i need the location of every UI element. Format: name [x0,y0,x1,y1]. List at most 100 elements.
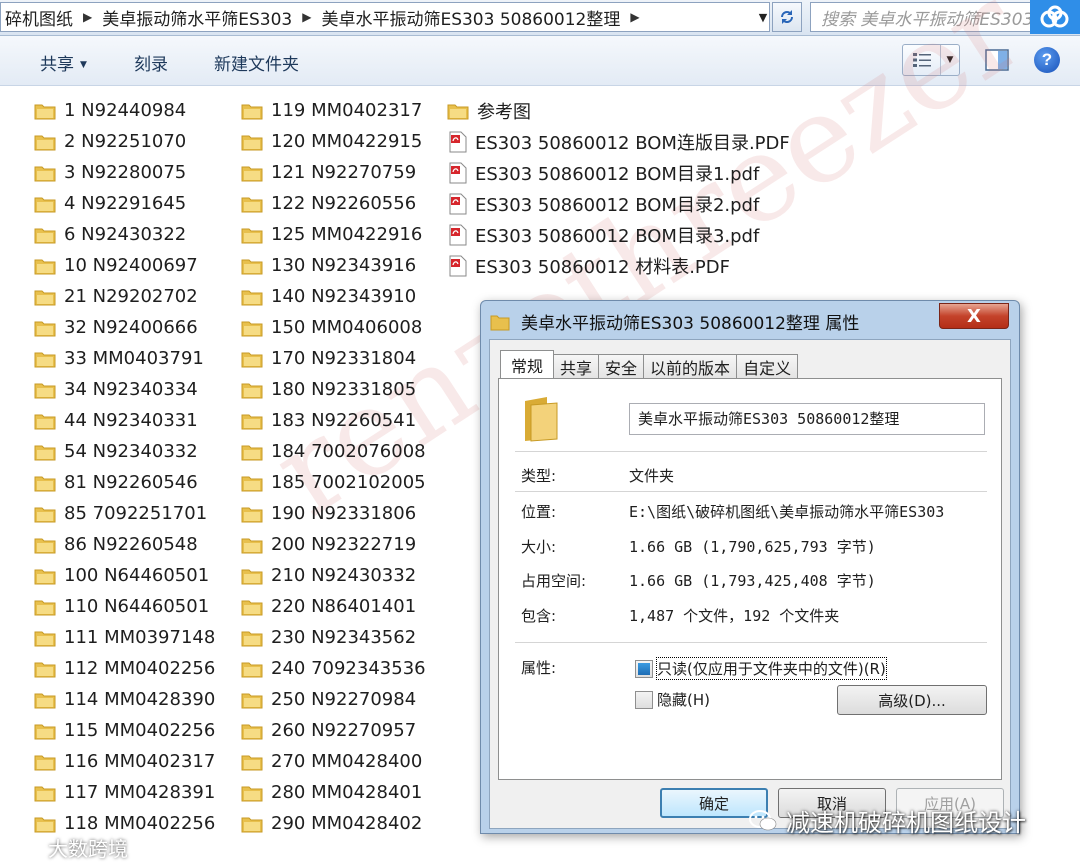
list-item[interactable]: 140 N92343910 [241,281,426,312]
list-item[interactable]: 81 N92260546 [34,467,215,498]
readonly-label[interactable]: 只读(仅应用于文件夹中的文件)(R) [656,657,887,680]
folder-icon [241,569,263,584]
list-item[interactable]: 170 N92331804 [241,343,426,374]
list-item[interactable]: 54 N92340332 [34,436,215,467]
new-folder-button[interactable]: 新建文件夹 [214,50,299,75]
hidden-checkbox[interactable] [635,691,653,709]
list-item[interactable]: 122 N92260556 [241,188,426,219]
list-item[interactable]: 85 7092251701 [34,498,215,529]
file-name: 280 MM0428401 [271,782,423,803]
list-item[interactable]: 34 N92340334 [34,374,215,405]
list-item[interactable]: 111 MM0397148 [34,622,215,653]
list-item[interactable]: 125 MM0422916 [241,219,426,250]
folder-icon [34,569,56,584]
view-icon[interactable] [903,45,941,75]
list-item[interactable]: 117 MM0428391 [34,777,215,808]
list-item[interactable]: 200 N92322719 [241,529,426,560]
list-item[interactable]: 240 7092343536 [241,653,426,684]
list-item[interactable]: 参考图 [447,95,790,126]
list-item[interactable]: 33 MM0403791 [34,343,215,374]
breadcrumb-item[interactable]: 美卓振动筛水平筛ES303 [98,5,296,30]
list-item[interactable]: ES303 50860012 BOM目录3.pdf [447,219,790,250]
list-item[interactable]: 150 MM0406008 [241,312,426,343]
list-item[interactable]: 130 N92343916 [241,250,426,281]
share-label: 共享 [40,55,74,75]
list-item[interactable]: 185 7002102005 [241,467,426,498]
cloud-icon[interactable] [1030,0,1080,34]
list-item[interactable]: 112 MM0402256 [34,653,215,684]
list-item[interactable]: 1 N92440984 [34,95,215,126]
list-item[interactable]: 280 MM0428401 [241,777,426,808]
list-item[interactable]: 260 N92270957 [241,715,426,746]
list-item[interactable]: 184 7002076008 [241,436,426,467]
list-item[interactable]: 180 N92331805 [241,374,426,405]
list-item[interactable]: 250 N92270984 [241,684,426,715]
list-item[interactable]: 230 N92343562 [241,622,426,653]
pdf-icon [449,131,467,152]
folder-icon [241,259,263,274]
view-dropdown-icon[interactable]: ▼ [941,45,959,75]
weibo-watermark: 大数跨境 [18,833,128,862]
list-item[interactable]: 120 MM0422915 [241,126,426,157]
list-item[interactable]: 44 N92340331 [34,405,215,436]
breadcrumb-chevron-icon[interactable]: ▶ [77,10,98,24]
tab-security[interactable]: 安全 [598,354,645,378]
list-item[interactable]: 115 MM0402256 [34,715,215,746]
list-item[interactable]: 114 MM0428390 [34,684,215,715]
advanced-button[interactable]: 高级(D)... [837,685,987,715]
list-item[interactable]: 2 N92251070 [34,126,215,157]
list-item[interactable]: 100 N64460501 [34,560,215,591]
share-menu-button[interactable]: 共享 ▼ [40,50,87,75]
list-item[interactable]: 270 MM0428400 [241,746,426,777]
breadcrumb-chevron-icon[interactable]: ▶ [296,10,317,24]
list-item[interactable]: 119 MM0402317 [241,95,426,126]
burn-button[interactable]: 刻录 [134,50,168,75]
folder-icon [241,755,263,770]
close-icon: X [967,305,981,327]
file-name: 170 N92331804 [271,348,417,369]
list-item[interactable]: 21 N29202702 [34,281,215,312]
tab-general[interactable]: 常规 [500,350,555,378]
list-item[interactable]: ES303 50860012 材料表.PDF [447,250,790,281]
breadcrumb-item[interactable]: 碎机图纸 [1,5,77,30]
list-item[interactable]: ES303 50860012 BOM连版目录.PDF [447,126,790,157]
breadcrumb-chevron-icon[interactable]: ▶ [624,10,645,24]
tab-customize[interactable]: 自定义 [736,354,799,378]
folder-name-field[interactable]: 美卓水平振动筛ES303 50860012整理 [629,403,985,435]
help-icon[interactable]: ? [1034,47,1060,73]
file-name: 32 N92400666 [64,317,198,338]
list-item[interactable]: 290 MM0428402 [241,808,426,839]
preview-pane-icon[interactable] [984,48,1010,72]
file-name: 190 N92331806 [271,503,417,524]
breadcrumb[interactable]: 碎机图纸 ▶ 美卓振动筛水平筛ES303 ▶ 美卓水平振动筛ES303 5086… [0,2,770,32]
list-item[interactable]: 210 N92430332 [241,560,426,591]
hidden-label[interactable]: 隐藏(H) [657,689,710,710]
list-item[interactable]: 220 N86401401 [241,591,426,622]
list-item[interactable]: 3 N92280075 [34,157,215,188]
file-name: 270 MM0428400 [271,751,423,772]
list-item[interactable]: 86 N92260548 [34,529,215,560]
list-item[interactable]: 4 N92291645 [34,188,215,219]
tab-sharing[interactable]: 共享 [553,354,600,378]
contains-value: 1,487 个文件，192 个文件夹 [629,607,840,625]
search-input[interactable]: 搜索 美卓水平振动筛ES303 [810,2,1036,32]
list-item[interactable]: 183 N92260541 [241,405,426,436]
list-item[interactable]: 121 N92270759 [241,157,426,188]
file-list: renzothreezer 1 N92440984 2 N92251070 3 N9… [0,0,1080,866]
view-options-button[interactable]: ▼ [902,44,960,76]
close-button[interactable]: X [939,303,1009,329]
refresh-button[interactable] [772,2,802,32]
list-item[interactable]: 32 N92400666 [34,312,215,343]
list-item[interactable]: 190 N92331806 [241,498,426,529]
file-name: 119 MM0402317 [271,100,423,121]
list-item[interactable]: 110 N64460501 [34,591,215,622]
list-item[interactable]: ES303 50860012 BOM目录1.pdf [447,157,790,188]
list-item[interactable]: ES303 50860012 BOM目录2.pdf [447,188,790,219]
list-item[interactable]: 116 MM0402317 [34,746,215,777]
list-item[interactable]: 10 N92400697 [34,250,215,281]
tab-previous-versions[interactable]: 以前的版本 [643,354,738,378]
address-dropdown-icon[interactable]: ▼ [752,2,774,32]
list-item[interactable]: 6 N92430322 [34,219,215,250]
readonly-checkbox[interactable] [635,660,653,678]
breadcrumb-item[interactable]: 美卓水平振动筛ES303 50860012整理 [317,5,624,30]
